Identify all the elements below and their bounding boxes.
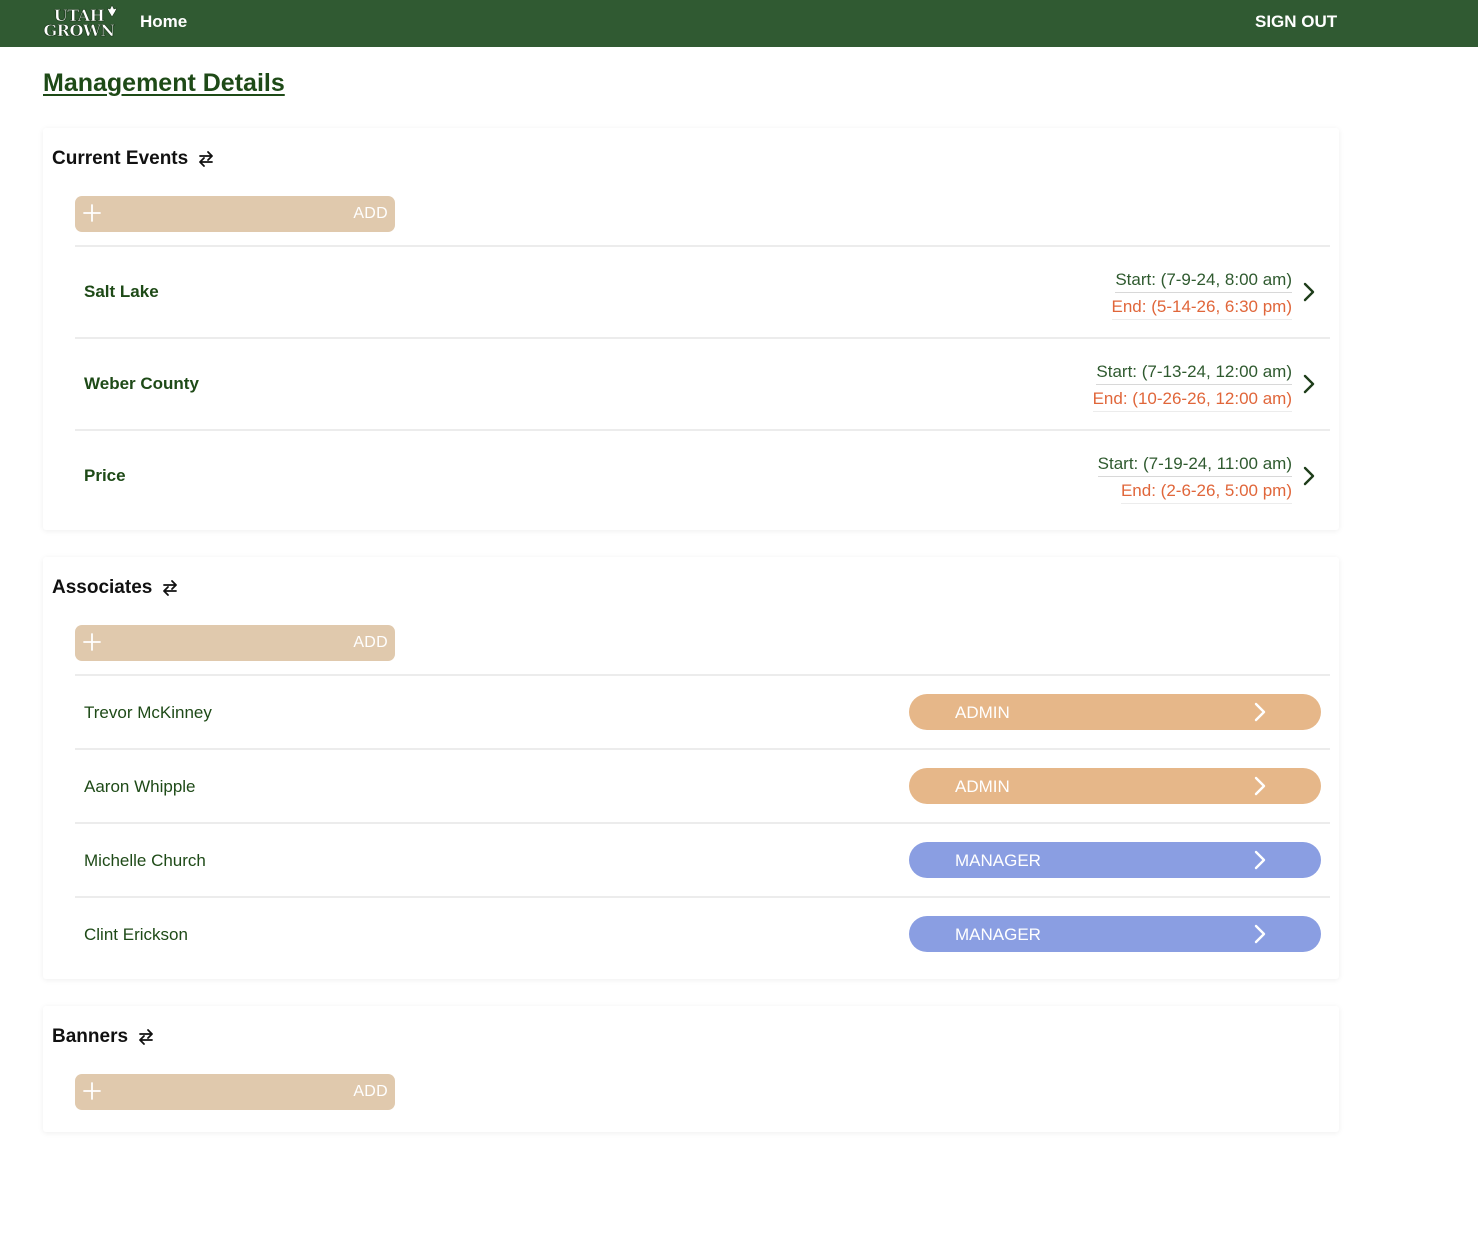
- top-navigation-bar: UTAH GROWN Home SIGN OUT: [0, 0, 1478, 47]
- event-end: End: (5-14-26, 6:30 pm): [1111, 295, 1292, 320]
- associate-row: Trevor McKinney ADMIN: [75, 674, 1330, 748]
- utah-grown-logo[interactable]: UTAH GROWN: [43, 5, 117, 41]
- event-dates: Start: (7-13-24, 12:00 am) End: (10-26-2…: [1092, 358, 1292, 412]
- role-label: MANAGER: [955, 851, 1041, 870]
- associate-row: Aaron Whipple ADMIN: [75, 748, 1330, 822]
- banners-card: Banners ADD: [43, 1006, 1339, 1132]
- swap-arrows-icon[interactable]: [136, 1027, 156, 1047]
- page-title: Management Details: [43, 69, 285, 97]
- chevron-right-icon: [1254, 850, 1266, 870]
- add-associate-label: ADD: [353, 634, 388, 651]
- associate-row: Clint Erickson MANAGER: [75, 896, 1330, 970]
- event-end: End: (2-6-26, 5:00 pm): [1120, 479, 1292, 504]
- add-banner-button[interactable]: ADD: [75, 1074, 395, 1110]
- banners-title: Banners: [52, 1026, 129, 1047]
- associate-name: Michelle Church: [84, 851, 206, 870]
- plus-icon: [83, 204, 101, 222]
- event-end: End: (10-26-26, 12:00 am): [1092, 387, 1292, 412]
- associate-name: Aaron Whipple: [84, 777, 196, 796]
- add-event-label: ADD: [353, 205, 388, 222]
- role-button-admin[interactable]: ADMIN: [909, 768, 1321, 804]
- sign-out-button[interactable]: SIGN OUT: [1255, 12, 1337, 32]
- associates-title: Associates: [52, 577, 153, 598]
- event-start: Start: (7-19-24, 11:00 am): [1097, 452, 1292, 477]
- chevron-right-icon[interactable]: [1302, 281, 1316, 303]
- event-name: Price: [84, 466, 126, 485]
- plus-icon: [83, 1082, 101, 1100]
- role-button-manager[interactable]: MANAGER: [909, 842, 1321, 878]
- role-label: ADMIN: [955, 703, 1010, 722]
- event-name: Weber County: [84, 374, 199, 393]
- associate-row: Michelle Church MANAGER: [75, 822, 1330, 896]
- event-name: Salt Lake: [84, 282, 159, 301]
- event-dates: Start: (7-9-24, 8:00 am) End: (5-14-26, …: [1111, 266, 1292, 320]
- current-events-title: Current Events: [52, 148, 189, 169]
- event-row[interactable]: Price Start: (7-19-24, 11:00 am) End: (2…: [75, 429, 1330, 521]
- banners-header: Banners: [52, 1026, 156, 1048]
- swap-arrows-icon[interactable]: [160, 578, 180, 598]
- associate-name: Trevor McKinney: [84, 703, 212, 722]
- event-row[interactable]: Salt Lake Start: (7-9-24, 8:00 am) End: …: [75, 245, 1330, 337]
- chevron-right-icon: [1254, 776, 1266, 796]
- event-start: Start: (7-13-24, 12:00 am): [1096, 360, 1292, 385]
- logo-text-line2: GROWN: [43, 21, 115, 40]
- current-events-card: Current Events ADD Salt Lake Start: (7-9…: [43, 128, 1339, 530]
- swap-arrows-icon[interactable]: [196, 149, 216, 169]
- chevron-right-icon[interactable]: [1302, 465, 1316, 487]
- event-row[interactable]: Weber County Start: (7-13-24, 12:00 am) …: [75, 337, 1330, 429]
- leaf-icon: [107, 5, 117, 17]
- add-associate-button[interactable]: ADD: [75, 625, 395, 661]
- associates-header: Associates: [52, 577, 180, 599]
- role-button-admin[interactable]: ADMIN: [909, 694, 1321, 730]
- nav-home-link[interactable]: Home: [140, 12, 187, 32]
- chevron-right-icon: [1254, 702, 1266, 722]
- current-events-header: Current Events: [52, 148, 216, 170]
- chevron-right-icon[interactable]: [1302, 373, 1316, 395]
- event-dates: Start: (7-19-24, 11:00 am) End: (2-6-26,…: [1097, 450, 1292, 504]
- add-banner-label: ADD: [353, 1083, 388, 1100]
- role-label: MANAGER: [955, 925, 1041, 944]
- associate-name: Clint Erickson: [84, 925, 188, 944]
- role-button-manager[interactable]: MANAGER: [909, 916, 1321, 952]
- role-label: ADMIN: [955, 777, 1010, 796]
- associates-card: Associates ADD Trevor McKinney ADMIN Aar…: [43, 557, 1339, 979]
- add-event-button[interactable]: ADD: [75, 196, 395, 232]
- event-start: Start: (7-9-24, 8:00 am): [1115, 268, 1292, 293]
- plus-icon: [83, 633, 101, 651]
- chevron-right-icon: [1254, 924, 1266, 944]
